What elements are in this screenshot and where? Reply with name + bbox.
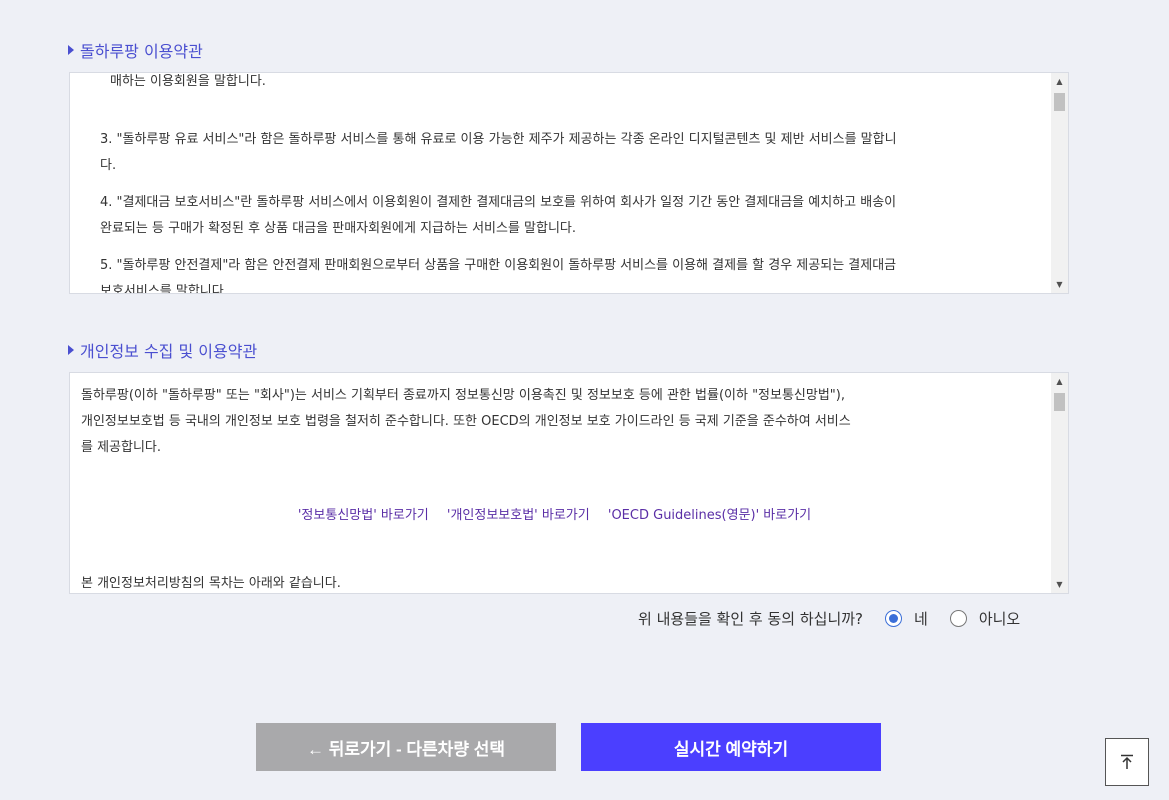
terms-line: 5. "돌하루팡 안전결제"라 함은 안전결제 판매회원으로부터 상품을 구매한…	[100, 258, 897, 273]
triangle-right-icon	[68, 345, 74, 355]
privacy-content: 돌하루팡(이하 "돌하루팡" 또는 "회사")는 서비스 기획부터 종료까지 정…	[70, 383, 1051, 593]
link-info-comm-act[interactable]: '정보통신망법' 바로가기	[298, 508, 429, 523]
consent-no-label[interactable]: 아니오	[979, 608, 1020, 629]
link-oecd-guidelines[interactable]: 'OECD Guidelines(영문)' 바로가기	[608, 508, 811, 523]
consent-question: 위 내용들을 확인 후 동의 하십니까?	[638, 610, 864, 628]
terms-line: 4. "결제대금 보호서비스"란 돌하루팡 서비스에서 이용회원이 결제한 결제…	[100, 195, 897, 210]
terms-scrollbar[interactable]: ▲ ▼	[1051, 73, 1068, 293]
terms-line: 다.	[100, 158, 117, 173]
privacy-toc-line: 본 개인정보처리방침의 목차는 아래와 같습니다.	[81, 576, 341, 591]
privacy-scrollbar[interactable]: ▲ ▼	[1051, 373, 1068, 593]
terms-content: 매하는 이용회원을 말합니다. 3. "돌하루팡 유료 서비스"라 함은 돌하루…	[70, 73, 1051, 293]
terms-section-title: 돌하루팡 이용약관	[68, 38, 203, 62]
scrollbar-thumb[interactable]	[1054, 93, 1065, 111]
scroll-down-arrow-icon[interactable]: ▼	[1051, 576, 1068, 593]
terms-title-text: 돌하루팡 이용약관	[80, 42, 203, 61]
link-privacy-act[interactable]: '개인정보보호법' 바로가기	[447, 508, 590, 523]
scroll-up-arrow-icon[interactable]: ▲	[1051, 373, 1068, 390]
consent-no-radio[interactable]	[949, 610, 967, 627]
privacy-intro-line: 를 제공합니다.	[81, 440, 162, 455]
privacy-intro-line: 개인정보보호법 등 국내의 개인정보 보호 법령을 철저히 준수합니다. 또한 …	[81, 414, 851, 429]
privacy-intro-line: 돌하루팡(이하 "돌하루팡" 또는 "회사")는 서비스 기획부터 종료까지 정…	[81, 388, 845, 403]
privacy-title-text: 개인정보 수집 및 이용약관	[80, 342, 258, 361]
scroll-down-arrow-icon[interactable]: ▼	[1051, 276, 1068, 293]
terms-line: 매하는 이용회원을 말합니다.	[110, 74, 266, 89]
terms-line: 보호서비스를 말합니다.	[100, 284, 228, 293]
scrollbar-thumb[interactable]	[1054, 393, 1065, 411]
consent-yes-label[interactable]: 네	[914, 608, 928, 629]
back-button[interactable]: ← 뒤로가기 - 다른차량 선택	[256, 723, 556, 771]
reserve-button[interactable]: 실시간 예약하기	[581, 723, 881, 771]
triangle-right-icon	[68, 45, 74, 55]
terms-line: 3. "돌하루팡 유료 서비스"라 함은 돌하루팡 서비스를 통해 유료로 이용…	[100, 132, 897, 147]
terms-line: 완료되는 등 구매가 확정된 후 상품 대금을 판매자회원에게 지급하는 서비스…	[100, 221, 577, 236]
terms-textbox[interactable]: 매하는 이용회원을 말합니다. 3. "돌하루팡 유료 서비스"라 함은 돌하루…	[69, 72, 1069, 294]
to-top-icon	[1121, 754, 1133, 769]
terms-line	[70, 95, 1051, 127]
privacy-section-title: 개인정보 수집 및 이용약관	[68, 338, 257, 362]
privacy-links: '정보통신망법' 바로가기 '개인정보보호법' 바로가기 'OECD Guide…	[70, 503, 1051, 529]
scroll-up-arrow-icon[interactable]: ▲	[1051, 73, 1068, 90]
consent-yes-radio[interactable]	[885, 610, 903, 627]
scroll-to-top-button[interactable]	[1105, 738, 1149, 786]
consent-row: 위 내용들을 확인 후 동의 하십니까? 네 아니오	[638, 608, 1020, 629]
privacy-textbox[interactable]: 돌하루팡(이하 "돌하루팡" 또는 "회사")는 서비스 기획부터 종료까지 정…	[69, 372, 1069, 594]
